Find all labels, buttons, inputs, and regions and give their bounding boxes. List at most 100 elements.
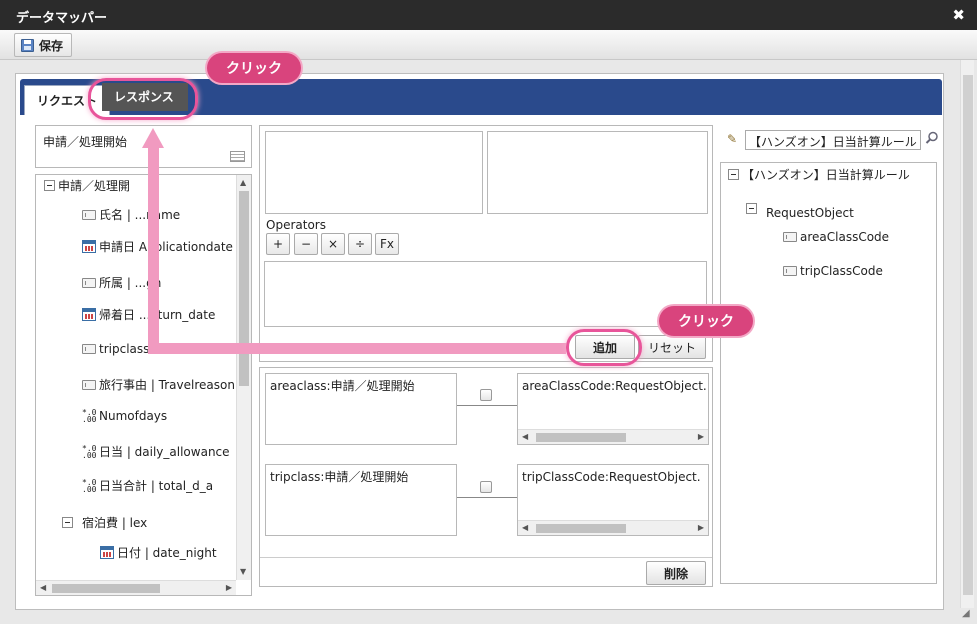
mapping-target-box[interactable]: areaClassCode:RequestObject.【ハ ◀ ▶	[517, 373, 709, 445]
mapping-checkbox[interactable]	[480, 389, 492, 401]
scroll-left-icon[interactable]: ◀	[522, 432, 528, 442]
text-field-icon	[82, 277, 96, 288]
window-titlebar: データマッパー ✖	[0, 0, 977, 30]
horizontal-scrollbar[interactable]: ◀ ▶	[36, 580, 236, 595]
horizontal-scrollbar[interactable]: ◀ ▶	[518, 520, 708, 535]
tree-node-label: tripClassCode	[800, 264, 883, 278]
scrollbar-thumb[interactable]	[52, 584, 160, 593]
source-tree-panel: 申請／処理開 氏名 | ...name 申請日 Applicationdate …	[35, 174, 252, 596]
text-field-icon	[82, 344, 96, 354]
mapping-connector	[457, 405, 517, 406]
resize-grip-icon[interactable]: ◢	[962, 608, 970, 619]
arrow-line-vertical	[148, 148, 159, 353]
arrow-line-horizontal	[148, 343, 566, 354]
tree-node-field[interactable]: *.0.00 日当 | daily_allowance	[82, 443, 230, 460]
list-icon[interactable]	[230, 151, 245, 162]
scrollbar-thumb[interactable]	[536, 524, 626, 533]
mapping-source-text: tripclass:申請／処理開始	[270, 470, 409, 484]
save-button-label: 保存	[39, 38, 64, 53]
tree-node-field[interactable]: 氏名 | ...name	[82, 206, 180, 223]
numeric-field-icon: *.0.00	[82, 477, 97, 494]
calendar-icon	[100, 546, 114, 559]
tree-node-field[interactable]: 日付 | date_night	[100, 544, 217, 561]
tree-node-label: 旅行事由 | Travelreason	[99, 378, 235, 392]
operators-label: Operators	[266, 218, 326, 232]
edit-pencil-icon[interactable]: ✎	[727, 132, 737, 146]
tree-node-group[interactable]: 宿泊費 | lex	[62, 514, 147, 531]
collapse-icon[interactable]	[62, 517, 73, 528]
tree-node-field[interactable]: areaClassCode	[783, 230, 889, 244]
target-tree-panel: 【ハンズオン】日当計算ルール RequestObject areaClassCo…	[720, 162, 937, 584]
highlight-ring-tab	[88, 78, 198, 120]
tree-node-label: RequestObject	[766, 206, 854, 220]
scroll-left-icon[interactable]: ◀	[522, 523, 528, 533]
tree-node-label: 宿泊費 | lex	[82, 516, 148, 530]
tree-node-label: 日付 | date_night	[117, 546, 217, 560]
search-icon[interactable]	[925, 131, 938, 144]
save-button[interactable]: 保存	[14, 33, 73, 57]
arrow-head-icon	[142, 128, 164, 148]
delete-button[interactable]: 削除	[646, 561, 706, 585]
tree-node-label: 氏名 | ...name	[99, 208, 181, 222]
mapping-source-box[interactable]: tripclass:申請／処理開始	[265, 464, 457, 536]
tree-node-group[interactable]: RequestObject	[746, 196, 854, 220]
tree-node-field[interactable]: *.0.00 Numofdays	[82, 408, 167, 424]
window-title: データマッパー	[16, 11, 108, 26]
operator-minus-button[interactable]: −	[294, 233, 318, 255]
toolbar: 保存	[0, 30, 977, 60]
tree-node-root[interactable]: 申請／処理開	[44, 177, 130, 194]
tree-node-label: 日当合計 | total_d_a	[99, 479, 214, 493]
mapping-target-text: tripClassCode:RequestObject.【ハン	[522, 470, 708, 484]
tree-node-root[interactable]: 【ハンズオン】日当計算ルール	[728, 166, 910, 183]
mapping-target-box[interactable]: tripClassCode:RequestObject.【ハン ◀ ▶	[517, 464, 709, 536]
tree-node-field[interactable]: *.0.00 日当合計 | total_d_a	[82, 477, 213, 494]
scrollbar-thumb[interactable]	[239, 191, 249, 386]
calendar-icon	[82, 308, 96, 321]
scrollbar-thumb[interactable]	[536, 433, 626, 442]
text-field-icon	[82, 209, 96, 220]
close-icon[interactable]: ✖	[952, 6, 965, 24]
tree-node-label: 【ハンズオン】日当計算ルール	[742, 168, 910, 182]
tree-node-field[interactable]: tripClassCode	[783, 264, 883, 278]
numeric-field-icon: *.0.00	[82, 443, 97, 460]
operator-multiply-button[interactable]: ×	[321, 233, 345, 255]
collapse-icon[interactable]	[746, 202, 757, 214]
scroll-right-icon[interactable]: ▶	[698, 523, 704, 533]
scroll-right-icon[interactable]: ▶	[226, 583, 232, 593]
calendar-icon	[82, 240, 96, 253]
mapping-source-box[interactable]: areaclass:申請／処理開始	[265, 373, 457, 445]
text-field-icon	[783, 232, 797, 242]
formula-right-box[interactable]	[487, 131, 708, 214]
scroll-left-icon[interactable]: ◀	[40, 583, 46, 593]
target-search-input[interactable]: 【ハンズオン】日当計算ルール	[745, 130, 921, 150]
tree-node-field[interactable]: 旅行事由 | Travelreason	[82, 376, 235, 393]
mapping-connector	[457, 497, 517, 498]
horizontal-scrollbar[interactable]: ◀ ▶	[518, 429, 708, 444]
tree-node-field[interactable]: tripclass	[82, 342, 149, 356]
collapse-icon[interactable]	[728, 169, 739, 180]
operator-divide-button[interactable]: ÷	[348, 233, 372, 255]
vertical-scrollbar[interactable]: ▲ ▼	[236, 175, 251, 580]
tree-node-label: tripclass	[99, 342, 150, 356]
callout-click-add: クリック	[659, 306, 753, 336]
mapping-checkbox[interactable]	[480, 481, 492, 493]
scroll-right-icon[interactable]: ▶	[698, 432, 704, 442]
numeric-field-icon: *.0.00	[82, 408, 97, 424]
scrollbar-thumb[interactable]	[963, 75, 973, 595]
mapping-target-text: areaClassCode:RequestObject.【ハ	[522, 379, 708, 393]
formula-expression-box[interactable]	[264, 261, 707, 327]
scroll-down-icon[interactable]: ▼	[240, 567, 246, 577]
operator-plus-button[interactable]: +	[266, 233, 290, 255]
tree-node-label: 申請／処理開	[58, 179, 131, 193]
tree-node-label: 日当 | daily_allowance	[99, 445, 230, 459]
highlight-ring-add	[566, 329, 642, 366]
formula-left-box[interactable]	[265, 131, 483, 214]
scroll-up-icon[interactable]: ▲	[240, 178, 246, 188]
text-field-icon	[82, 379, 96, 390]
collapse-icon[interactable]	[44, 180, 55, 191]
window-vertical-scrollbar[interactable]	[960, 60, 974, 608]
operator-function-button[interactable]: Fx	[375, 233, 399, 255]
reset-button[interactable]: リセット	[638, 335, 706, 359]
tree-node-label: 申請日 Applicationdate	[99, 240, 233, 254]
tree-node-label: areaClassCode	[800, 230, 890, 244]
